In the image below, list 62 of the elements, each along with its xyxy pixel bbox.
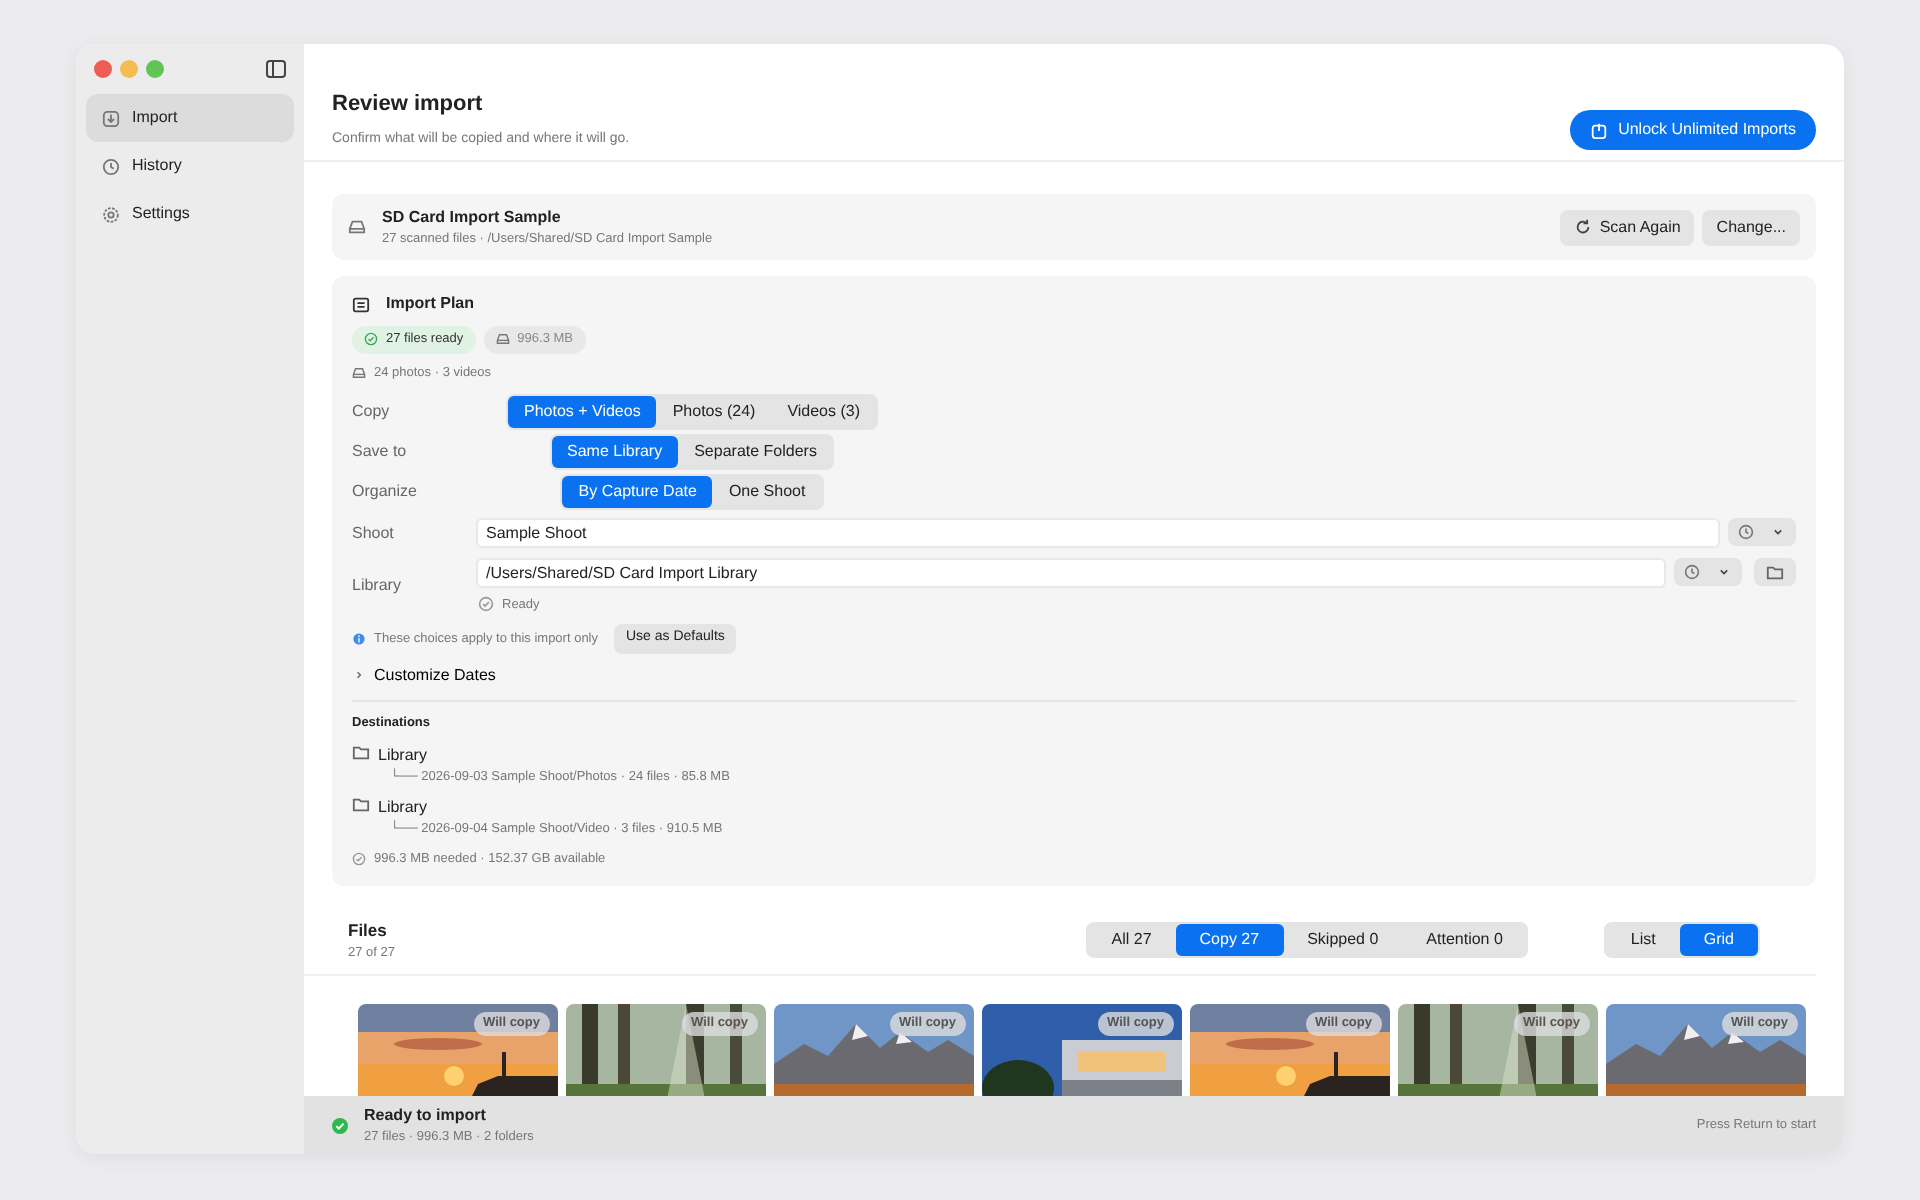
segment-option[interactable]: Photos + Videos	[507, 395, 657, 427]
success-icon	[332, 1117, 348, 1133]
setting-label: Organize	[352, 479, 419, 503]
source-name: SD Card Import Sample	[382, 205, 563, 230]
field-label: Shoot	[352, 521, 396, 545]
sidebar-item[interactable]: History	[86, 142, 294, 190]
segment-option[interactable]: By Capture Date	[562, 475, 713, 507]
segment-option[interactable]: Same Library	[551, 435, 679, 467]
scan-again-button[interactable]: Scan Again	[1559, 209, 1695, 245]
check-icon	[364, 332, 378, 347]
segment-option[interactable]: Videos (3)	[771, 395, 877, 427]
sidebar-item[interactable]: Import	[86, 94, 294, 142]
import-icon	[102, 109, 120, 127]
filter-tab[interactable]: Copy 27	[1175, 924, 1284, 956]
chevron-icon	[1770, 524, 1786, 540]
zoom-button[interactable]	[146, 59, 164, 77]
filter-tab[interactable]: Skipped 0	[1283, 924, 1403, 956]
disclosure-toggle[interactable]: Customize Dates	[352, 663, 496, 688]
folder-button[interactable]	[1754, 558, 1796, 586]
refresh-icon	[1573, 218, 1592, 236]
setting-label: Copy	[352, 399, 392, 423]
shoot-field[interactable]: Sample Shoot	[476, 517, 1720, 547]
info-icon	[352, 632, 366, 646]
history-icon	[1684, 564, 1700, 580]
view-tab[interactable]: Grid	[1679, 924, 1758, 956]
filter-tab[interactable]: All 27	[1087, 924, 1176, 956]
sidebar-toggle-icon[interactable]	[266, 59, 286, 77]
media-icon	[352, 366, 366, 381]
destination-name: Library	[378, 796, 429, 820]
plan-title: Import Plan	[386, 292, 475, 316]
history-icon	[102, 157, 120, 175]
settings-icon	[102, 205, 120, 223]
history-icon	[1738, 524, 1754, 540]
check-icon	[478, 596, 494, 613]
close-button[interactable]	[94, 59, 112, 77]
chevron-icon	[1716, 564, 1732, 580]
chevron-icon	[352, 668, 366, 683]
folder-icon	[352, 743, 370, 761]
view-tab[interactable]: List	[1606, 924, 1680, 956]
plan-icon	[352, 295, 370, 313]
filter-tab[interactable]: Attention 0	[1402, 924, 1527, 956]
segment-option[interactable]: One Shoot	[712, 475, 822, 507]
history-menu-button[interactable]	[1728, 518, 1796, 546]
sidebar-item[interactable]: Settings	[86, 190, 294, 238]
check-icon	[352, 852, 366, 867]
segment-option[interactable]: Photos (24)	[656, 395, 772, 427]
field-label: Library	[352, 573, 403, 597]
unlock-icon	[1590, 121, 1609, 139]
history-menu-button[interactable]	[1674, 558, 1742, 586]
status-title: Ready to import	[364, 1103, 488, 1128]
files-title: Files	[348, 917, 389, 943]
segment-option[interactable]: Separate Folders	[678, 435, 833, 467]
drive-icon	[348, 217, 366, 236]
unlock-button[interactable]: Unlock Unlimited Imports	[1570, 110, 1816, 150]
folder-icon	[352, 796, 370, 815]
library-field[interactable]: /Users/Shared/SD Card Import Library	[476, 557, 1666, 587]
setting-label: Save to	[352, 439, 409, 463]
folder-icon	[1766, 563, 1784, 581]
page-title: Review import	[332, 90, 485, 120]
change-button[interactable]: Change...	[1702, 209, 1800, 245]
drive-icon	[495, 332, 510, 347]
destination-name: Library	[378, 743, 429, 767]
